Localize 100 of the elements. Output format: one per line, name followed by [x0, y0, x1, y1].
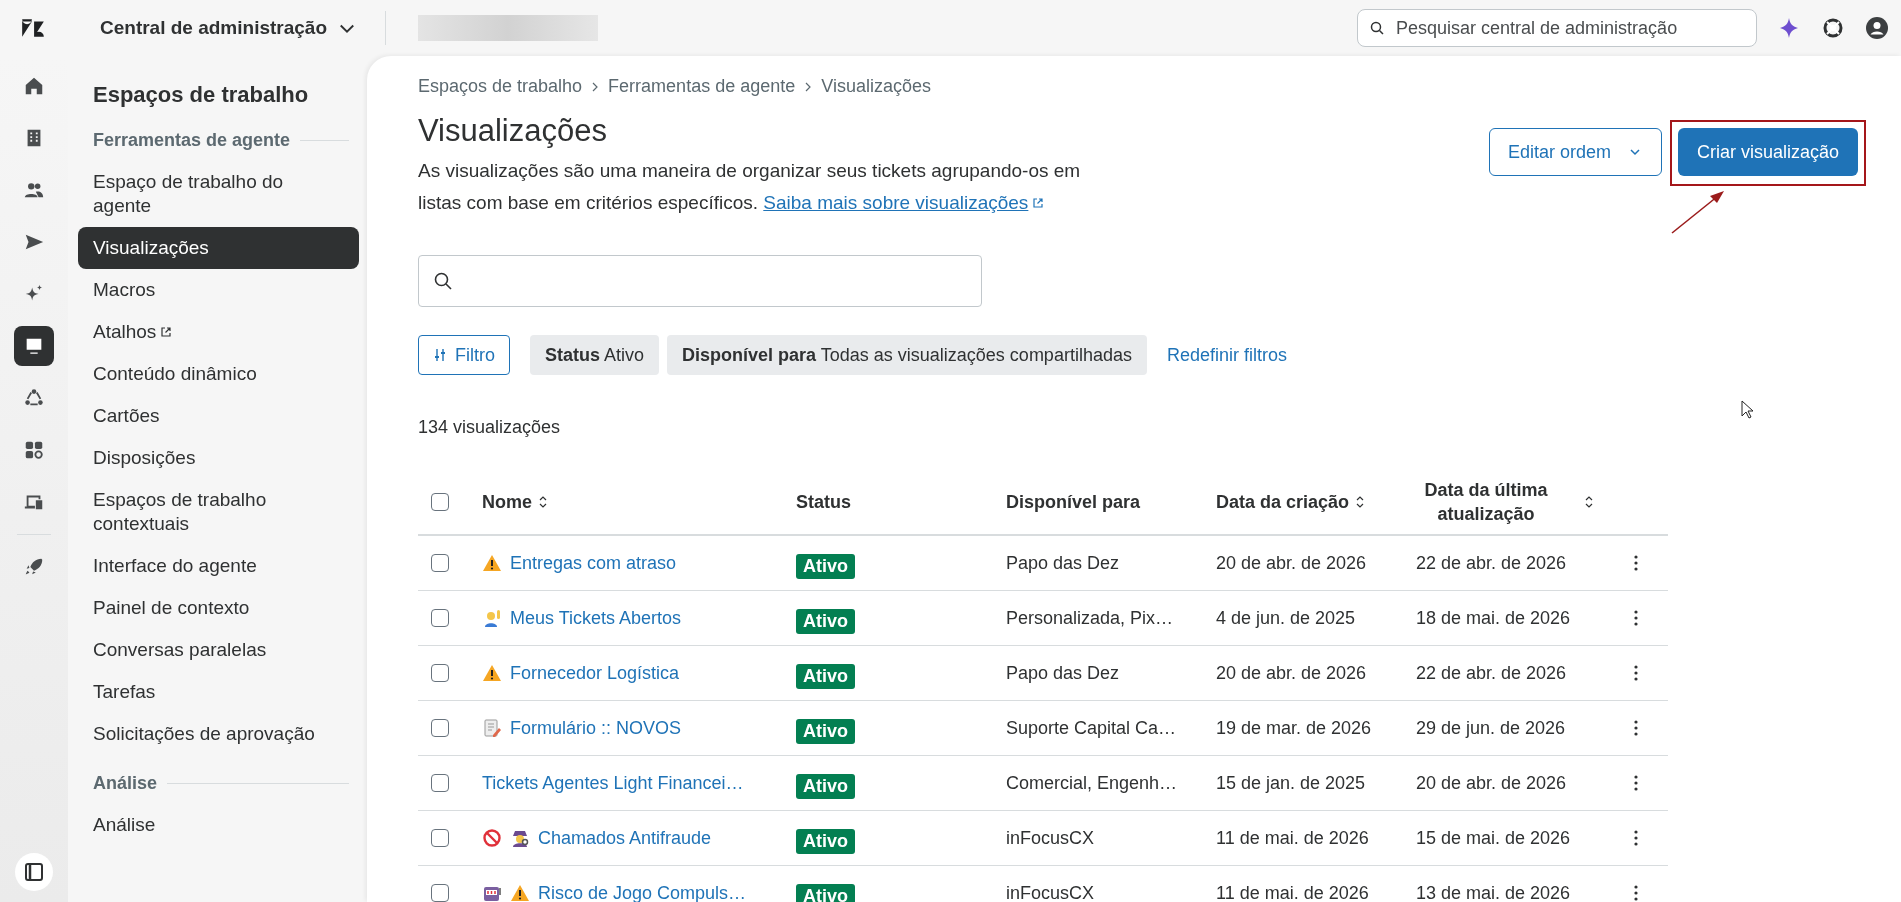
checkbox[interactable]: [431, 664, 449, 682]
more-options-icon[interactable]: [1634, 665, 1638, 681]
sidebar-item[interactable]: Espaços de trabalho contextuais: [78, 479, 359, 545]
table-cell-text: 20 de abr. de 2026: [1416, 772, 1568, 794]
table-cell-text: 19 de mar. de 2026: [1216, 717, 1373, 739]
table-cell-text: 11 de mai. de 2026: [1216, 882, 1370, 902]
checkbox[interactable]: [431, 719, 449, 737]
column-header: Data da última atualização: [1423, 479, 1549, 526]
status-badge: Ativo: [796, 773, 855, 799]
section-heading: Análise: [93, 773, 158, 794]
table-cell-text: 29 de jun. de 2026: [1416, 717, 1567, 739]
view-name-link[interactable]: Formulário :: NOVOS: [510, 717, 682, 739]
checkbox[interactable]: [431, 884, 449, 902]
create-view-button[interactable]: Criar visualização: [1677, 128, 1858, 176]
sidebar-item[interactable]: Conteúdo dinâmico: [78, 353, 359, 395]
table-cell-text: Papo das Dez: [1006, 662, 1121, 684]
reset-filters-link[interactable]: Redefinir filtros: [1166, 344, 1287, 366]
checkbox[interactable]: [431, 493, 449, 511]
checkbox[interactable]: [431, 829, 449, 847]
column-header: Data da criação: [1216, 491, 1350, 513]
more-options-icon[interactable]: [1634, 555, 1638, 571]
sidebar-item[interactable]: Espaço de trabalho do agente: [78, 161, 359, 227]
sort-icon[interactable]: [1355, 495, 1366, 509]
search-field[interactable]: [418, 255, 982, 307]
panel-toggle-icon[interactable]: [14, 852, 54, 892]
sidebar-item[interactable]: Atalhos: [78, 311, 359, 353]
raised-hand-icon: [482, 608, 502, 628]
workspace-icon[interactable]: [14, 326, 54, 366]
table-cell-text: 15 de mai. de 2026: [1416, 827, 1572, 849]
page-title: Visualizações: [418, 113, 608, 149]
sidebar-item[interactable]: Solicitações de aprovação: [78, 713, 359, 755]
sidebar-item[interactable]: Painel de contexto: [78, 587, 359, 629]
table-cell-text: inFocusCX: [1006, 882, 1096, 902]
more-options-icon[interactable]: [1634, 775, 1638, 791]
checkbox[interactable]: [431, 609, 449, 627]
view-name-link[interactable]: Tickets Agentes Light Financei…: [482, 772, 744, 794]
view-name-link[interactable]: Chamados Antifraude: [538, 827, 712, 849]
sort-icon[interactable]: [538, 495, 548, 509]
learn-more-link[interactable]: Saiba mais sobre visualizações: [763, 192, 1045, 213]
detective-icon: [510, 828, 530, 848]
table-cell-text: 4 de jun. de 2025: [1216, 607, 1357, 629]
checkbox[interactable]: [431, 554, 449, 572]
view-name-link[interactable]: Risco de Jogo Compuls…: [538, 882, 747, 902]
sidebar-item[interactable]: Análise: [78, 804, 359, 846]
mouse-cursor-icon: [1741, 400, 1755, 420]
table-cell-text: 20 de abr. de 2026: [1216, 662, 1368, 684]
column-header: Nome: [482, 491, 532, 513]
sidebar-item[interactable]: Interface do agente: [78, 545, 359, 587]
search-icon: [433, 271, 453, 291]
breadcrumb-link[interactable]: Espaços de trabalho: [418, 76, 583, 97]
table-cell-text: Suporte Capital Ca…: [1006, 717, 1178, 739]
status-badge: Ativo: [796, 828, 855, 854]
sidebar-item[interactable]: Visualizações: [78, 227, 359, 269]
sort-icon[interactable]: [1584, 495, 1594, 509]
filter-button[interactable]: Filtro: [418, 335, 510, 375]
warning-icon: [482, 553, 502, 573]
sidebar-item[interactable]: Macros: [78, 269, 359, 311]
table-cell-text: Personalizada, Pix…: [1006, 607, 1175, 629]
warning-icon: [510, 883, 530, 902]
view-name-link[interactable]: Meus Tickets Abertos: [510, 607, 682, 629]
result-count: 134 visualizações: [418, 417, 562, 438]
filter-tag[interactable]: Status Ativo: [530, 335, 660, 375]
status-badge: Ativo: [796, 553, 855, 579]
status-badge: Ativo: [796, 718, 855, 744]
view-name-link[interactable]: Fornecedor Logística: [510, 662, 680, 684]
sidebar-item[interactable]: Tarefas: [78, 671, 359, 713]
sidebar-item[interactable]: Cartões: [78, 395, 359, 437]
table-cell-text: 13 de mai. de 2026: [1416, 882, 1572, 902]
table-cell-text: 22 de abr. de 2026: [1416, 662, 1568, 684]
edit-order-button[interactable]: Editar ordem: [1488, 128, 1662, 176]
view-name-link[interactable]: Entregas com atraso: [510, 552, 677, 574]
sidebar-item[interactable]: Conversas paralelas: [78, 629, 359, 671]
breadcrumb-link[interactable]: Visualizações: [821, 76, 931, 97]
table-cell-text: 15 de jan. de 2025: [1216, 772, 1367, 794]
sidebar-item[interactable]: Disposições: [78, 437, 359, 479]
sliders-icon: [433, 348, 447, 362]
more-options-icon[interactable]: [1634, 885, 1638, 901]
memo-icon: [482, 718, 502, 738]
status-badge: Ativo: [796, 883, 855, 902]
column-header: Status: [796, 491, 851, 513]
breadcrumb-link[interactable]: Ferramentas de agente: [608, 76, 796, 97]
table-cell-text: inFocusCX: [1006, 827, 1096, 849]
filter-tag[interactable]: Disponível para Todas as visualizações compartilhadas: [667, 335, 1147, 375]
more-options-icon[interactable]: [1634, 610, 1638, 626]
table-cell-text: Papo das Dez: [1006, 552, 1121, 574]
avatar-icon[interactable]: [1865, 16, 1889, 40]
column-header: Disponível para: [1006, 491, 1141, 513]
table-cell-text: 18 de mai. de 2026: [1416, 607, 1572, 629]
more-options-icon[interactable]: [1634, 830, 1638, 846]
status-badge: Ativo: [796, 663, 855, 689]
checkbox[interactable]: [431, 774, 449, 792]
table-cell-text: Comercial, Engenh…: [1006, 772, 1179, 794]
prohibited-icon: [482, 828, 502, 848]
search-field[interactable]: Pesquisar central de administração: [1357, 9, 1757, 47]
table-cell-text: 22 de abr. de 2026: [1416, 552, 1568, 574]
product-switcher[interactable]: Central de administração: [70, 17, 358, 39]
help-icon[interactable]: [1821, 16, 1845, 40]
status-badge: Ativo: [796, 608, 855, 634]
more-options-icon[interactable]: [1634, 720, 1638, 736]
external-link-icon: [160, 326, 173, 338]
